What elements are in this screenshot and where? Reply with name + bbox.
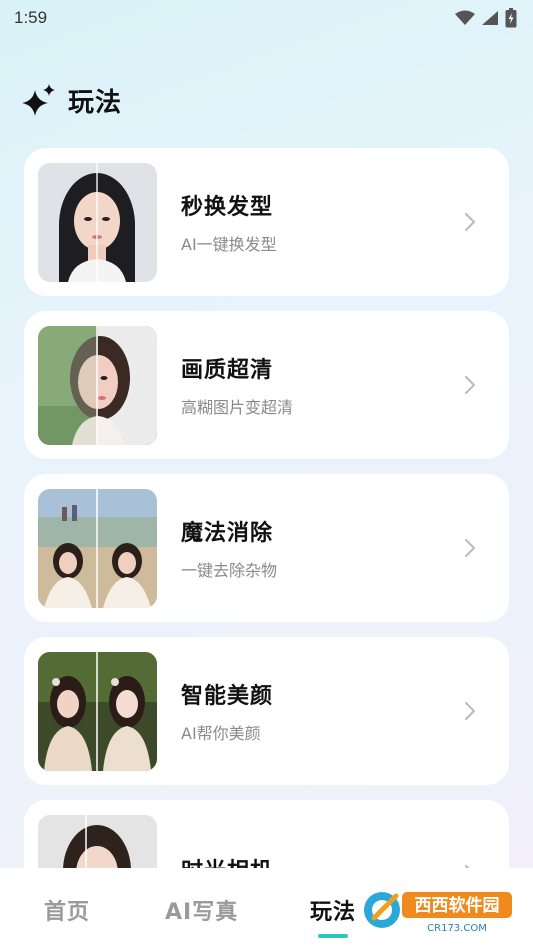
card-subtitle: 一键去除杂物: [181, 561, 278, 580]
watermark-text: 西西软件园: [415, 895, 500, 916]
watermark-subtext: CR173.COM: [427, 923, 487, 934]
card-title: 魔法消除: [181, 521, 274, 546]
card-text: 智能美颜 AI帮你美颜: [181, 678, 273, 744]
status-bar: 1:59: [0, 0, 533, 36]
chevron-right-icon: [464, 212, 476, 232]
feature-card-erase[interactable]: 魔法消除 一键去除杂物: [24, 474, 509, 622]
card-subtitle: 高糊图片变超清: [181, 398, 294, 417]
feature-card-hairstyle[interactable]: 秒换发型 AI一键换发型: [24, 148, 509, 296]
wifi-icon: [455, 10, 475, 25]
feature-card-beauty[interactable]: 智能美颜 AI帮你美颜: [24, 637, 509, 785]
tab-play[interactable]: 玩法: [310, 894, 356, 926]
card-subtitle: AI帮你美颜: [181, 724, 261, 743]
battery-icon: [505, 8, 517, 28]
feature-list: 秒换发型 AI一键换发型 画质超清 高糊图片变超清 魔法消除 一键去除杂物 智能…: [24, 148, 509, 948]
beauty-preview-image: [38, 651, 157, 771]
card-text: 画质超清 高糊图片变超清: [181, 352, 293, 418]
sparkle-icon: [22, 84, 55, 116]
status-icons: [455, 8, 517, 28]
page-header: 玩法: [22, 80, 122, 120]
enhance-preview-image: [38, 325, 157, 445]
hairstyle-preview-image: [38, 162, 157, 282]
card-text: 魔法消除 一键去除杂物: [181, 515, 277, 581]
card-text: 秒换发型 AI一键换发型: [181, 189, 277, 255]
card-title: 秒换发型: [181, 195, 274, 220]
feature-card-enhance[interactable]: 画质超清 高糊图片变超清: [24, 311, 509, 459]
chevron-right-icon: [464, 701, 476, 721]
erase-preview-image: [38, 488, 157, 608]
signal-icon: [482, 11, 498, 25]
card-subtitle: AI一键换发型: [181, 235, 277, 254]
chevron-right-icon: [464, 375, 476, 395]
tab-ai-portrait[interactable]: AI写真: [165, 894, 238, 926]
card-title: 画质超清: [181, 358, 274, 383]
site-watermark-logo: 西西软件园 CR173.COM: [360, 884, 516, 936]
card-title: 智能美颜: [181, 684, 274, 709]
active-tab-indicator: [318, 934, 348, 938]
status-time: 1:59: [14, 8, 48, 27]
chevron-right-icon: [464, 538, 476, 558]
page-title: 玩法: [68, 87, 123, 118]
tab-home[interactable]: 首页: [44, 894, 90, 926]
